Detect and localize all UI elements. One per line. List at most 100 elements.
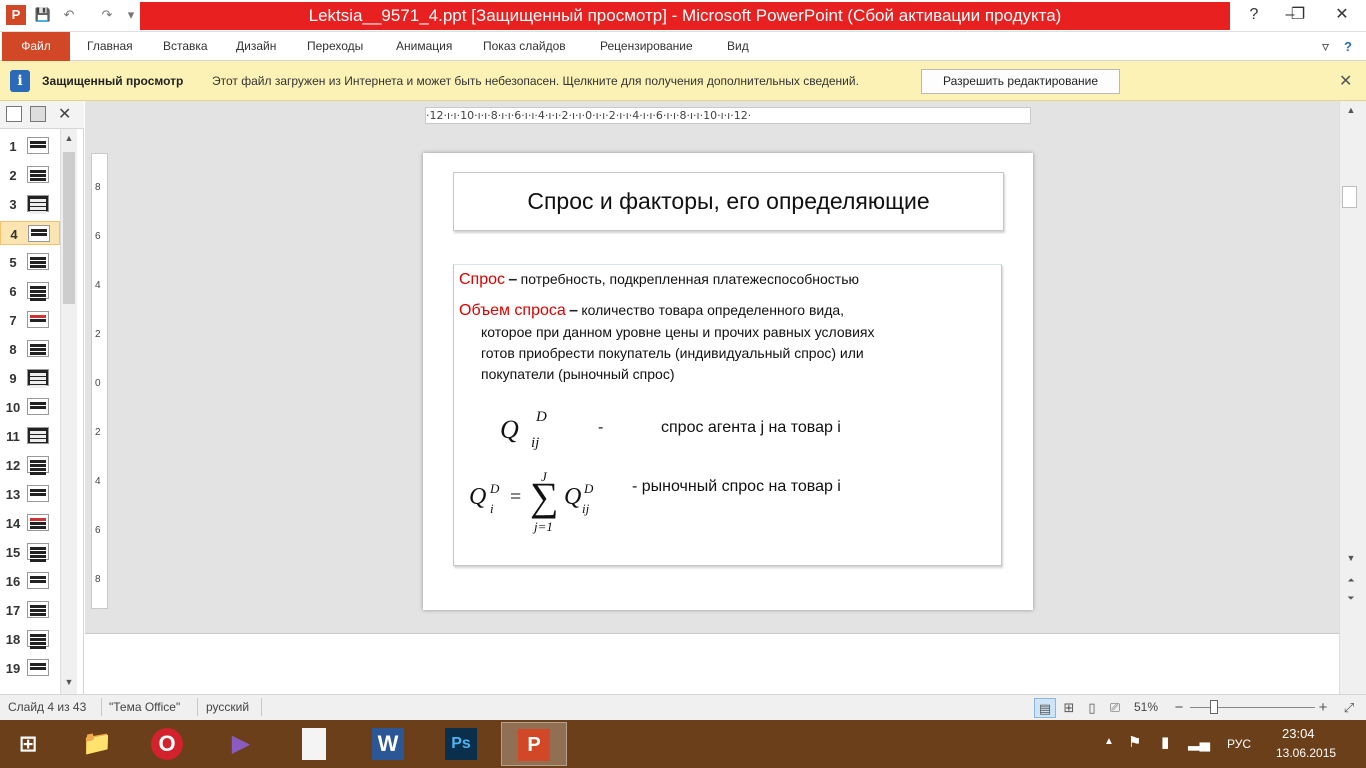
close-icon[interactable]: ✕ xyxy=(58,104,71,124)
customize-qat-icon[interactable]: ▾ xyxy=(122,6,140,24)
action-center-flag-icon[interactable]: ⚑ xyxy=(1128,733,1141,751)
slide-thumbnail[interactable]: 3 xyxy=(0,192,60,216)
scroll-down-icon[interactable]: ▼ xyxy=(1344,553,1358,563)
outline-tab-icon[interactable] xyxy=(30,106,46,122)
formula-lhs-sup: D xyxy=(490,481,500,496)
slide-preview-image xyxy=(27,369,49,388)
divider xyxy=(197,698,198,716)
slides-tab-icon[interactable] xyxy=(6,106,22,122)
taskbar-visual-studio[interactable]: ▶ xyxy=(208,722,274,766)
tab-slideshow[interactable]: Показ слайдов xyxy=(483,32,566,61)
taskbar-word[interactable]: W xyxy=(355,722,421,766)
slide-sorter-icon[interactable]: ⊞ xyxy=(1058,698,1080,718)
slide-canvas[interactable]: Спрос и факторы, его определяющие Спрос … xyxy=(423,153,1033,610)
protected-view-message[interactable]: Этот файл загружен из Интернета и может … xyxy=(212,74,859,88)
slide-thumbnail[interactable]: 17 xyxy=(0,598,60,622)
slide-thumbnail[interactable]: 5 xyxy=(0,250,60,274)
slide-preview-image xyxy=(27,253,49,270)
slide-preview-image xyxy=(27,630,49,649)
show-hidden-icons-icon[interactable]: ▲ xyxy=(1104,736,1114,747)
slide-thumbnail[interactable]: 2 xyxy=(0,163,60,187)
slide-thumbnail[interactable]: 8 xyxy=(0,337,60,361)
start-button[interactable]: ⊞ xyxy=(0,722,56,766)
reading-view-icon[interactable]: ▯ xyxy=(1081,698,1103,718)
thumbnail-scrollbar[interactable]: ▲ ▼ xyxy=(60,129,77,694)
slide-thumbnail[interactable]: 16 xyxy=(0,569,60,593)
slide-number: 14 xyxy=(5,516,21,531)
notes-pane[interactable] xyxy=(85,634,1339,694)
taskbar-powerpoint[interactable]: P xyxy=(501,722,567,766)
tab-review[interactable]: Рецензирование xyxy=(600,32,693,61)
formula-equals: = xyxy=(510,486,522,508)
ruler-tick-label: 0 xyxy=(95,378,101,389)
close-icon[interactable]: ✕ xyxy=(1339,71,1352,91)
scroll-up-icon[interactable]: ▲ xyxy=(1344,105,1358,115)
tab-animations[interactable]: Анимация xyxy=(396,32,452,61)
zoom-slider-knob[interactable] xyxy=(1209,700,1218,714)
language-indicator[interactable]: русский xyxy=(206,700,249,714)
tab-insert[interactable]: Вставка xyxy=(163,32,208,61)
slide-thumbnail[interactable]: 6 xyxy=(0,279,60,303)
power-icon[interactable]: ▮ xyxy=(1161,733,1169,751)
zoom-slider-track[interactable] xyxy=(1190,707,1315,708)
taskbar-opera[interactable]: O xyxy=(134,722,200,766)
slide-title[interactable]: Спрос и факторы, его определяющие xyxy=(453,172,1004,231)
tab-transitions[interactable]: Переходы xyxy=(307,32,363,61)
scroll-up-icon[interactable]: ▲ xyxy=(62,133,76,143)
zoom-level[interactable]: 51% xyxy=(1134,700,1158,714)
slide-thumbnail[interactable]: 1 xyxy=(0,134,60,158)
definition-demand-volume: Объем спроса – количество товара определ… xyxy=(459,300,969,385)
scroll-thumb[interactable] xyxy=(63,152,75,304)
undo-icon[interactable]: ↶ xyxy=(60,6,78,24)
scroll-down-icon[interactable]: ▼ xyxy=(62,677,76,687)
clock-time[interactable]: 23:04 xyxy=(1282,726,1315,741)
next-slide-icon[interactable]: ⏷ xyxy=(1344,593,1358,604)
slide-thumbnail[interactable]: 14 xyxy=(0,511,60,535)
slide-preview-image xyxy=(27,659,49,676)
save-icon[interactable]: 💾 xyxy=(34,6,52,24)
slide-preview-image xyxy=(27,514,49,531)
slide-number: 4 xyxy=(10,227,18,242)
slide-preview-image xyxy=(27,398,49,415)
close-button[interactable]: ✕ xyxy=(1320,2,1364,28)
slide-preview-image xyxy=(27,195,49,214)
network-icon[interactable]: ▂▄ xyxy=(1188,733,1210,751)
slide-thumbnail[interactable]: 15 xyxy=(0,540,60,564)
tab-view[interactable]: Вид xyxy=(727,32,749,61)
fit-to-window-icon[interactable]: ⤢ xyxy=(1338,698,1360,718)
maximize-button[interactable]: ❐ xyxy=(1276,2,1320,28)
scroll-thumb[interactable] xyxy=(1342,186,1357,208)
redo-icon[interactable]: ↷ xyxy=(98,6,116,24)
slide-thumbnail[interactable]: 10 xyxy=(0,395,60,419)
help-icon[interactable]: ? xyxy=(1344,32,1352,61)
zoom-in-icon[interactable]: + xyxy=(1312,698,1334,718)
slide-thumbnail[interactable]: 18 xyxy=(0,627,60,651)
slide-thumbnail[interactable]: 19 xyxy=(0,656,60,680)
slide-thumbnail[interactable]: 13 xyxy=(0,482,60,506)
slide-content-box[interactable]: Спрос – потребность, подкрепленная плате… xyxy=(453,264,1002,566)
slide-scrollbar[interactable]: ▲ ▼ ⏶ ⏷ xyxy=(1339,101,1366,694)
clock-date[interactable]: 13.06.2015 xyxy=(1276,746,1336,760)
taskbar-explorer[interactable]: 📁 xyxy=(64,722,130,766)
slide-thumbnail[interactable]: 12 xyxy=(0,453,60,477)
taskbar-photoshop[interactable]: Ps xyxy=(428,722,494,766)
slideshow-icon[interactable]: ⎚ xyxy=(1104,698,1126,718)
enable-editing-button[interactable]: Разрешить редактирование xyxy=(921,69,1120,94)
taskbar-document[interactable] xyxy=(281,722,347,766)
powerpoint-app-icon[interactable]: P xyxy=(6,5,26,25)
slide-thumbnail[interactable]: 7 xyxy=(0,308,60,332)
slide-number: 6 xyxy=(9,284,17,299)
slide-thumbnail[interactable]: 11 xyxy=(0,424,60,448)
input-language[interactable]: РУС xyxy=(1227,737,1251,751)
normal-view-icon[interactable]: ▤ xyxy=(1034,698,1056,718)
slide-thumbnail[interactable]: 9 xyxy=(0,366,60,390)
tab-home[interactable]: Главная xyxy=(87,32,133,61)
zoom-out-icon[interactable]: − xyxy=(1168,698,1190,718)
tab-design[interactable]: Дизайн xyxy=(236,32,276,61)
formula-rhs: Q xyxy=(564,484,582,510)
tab-file[interactable]: Файл xyxy=(2,32,70,61)
slide-thumbnail[interactable]: 4 xyxy=(0,221,60,245)
previous-slide-icon[interactable]: ⏶ xyxy=(1344,575,1358,586)
ribbon-minimize-icon[interactable]: ▿ xyxy=(1322,32,1329,61)
formula-rhs-sup: D xyxy=(584,481,594,496)
